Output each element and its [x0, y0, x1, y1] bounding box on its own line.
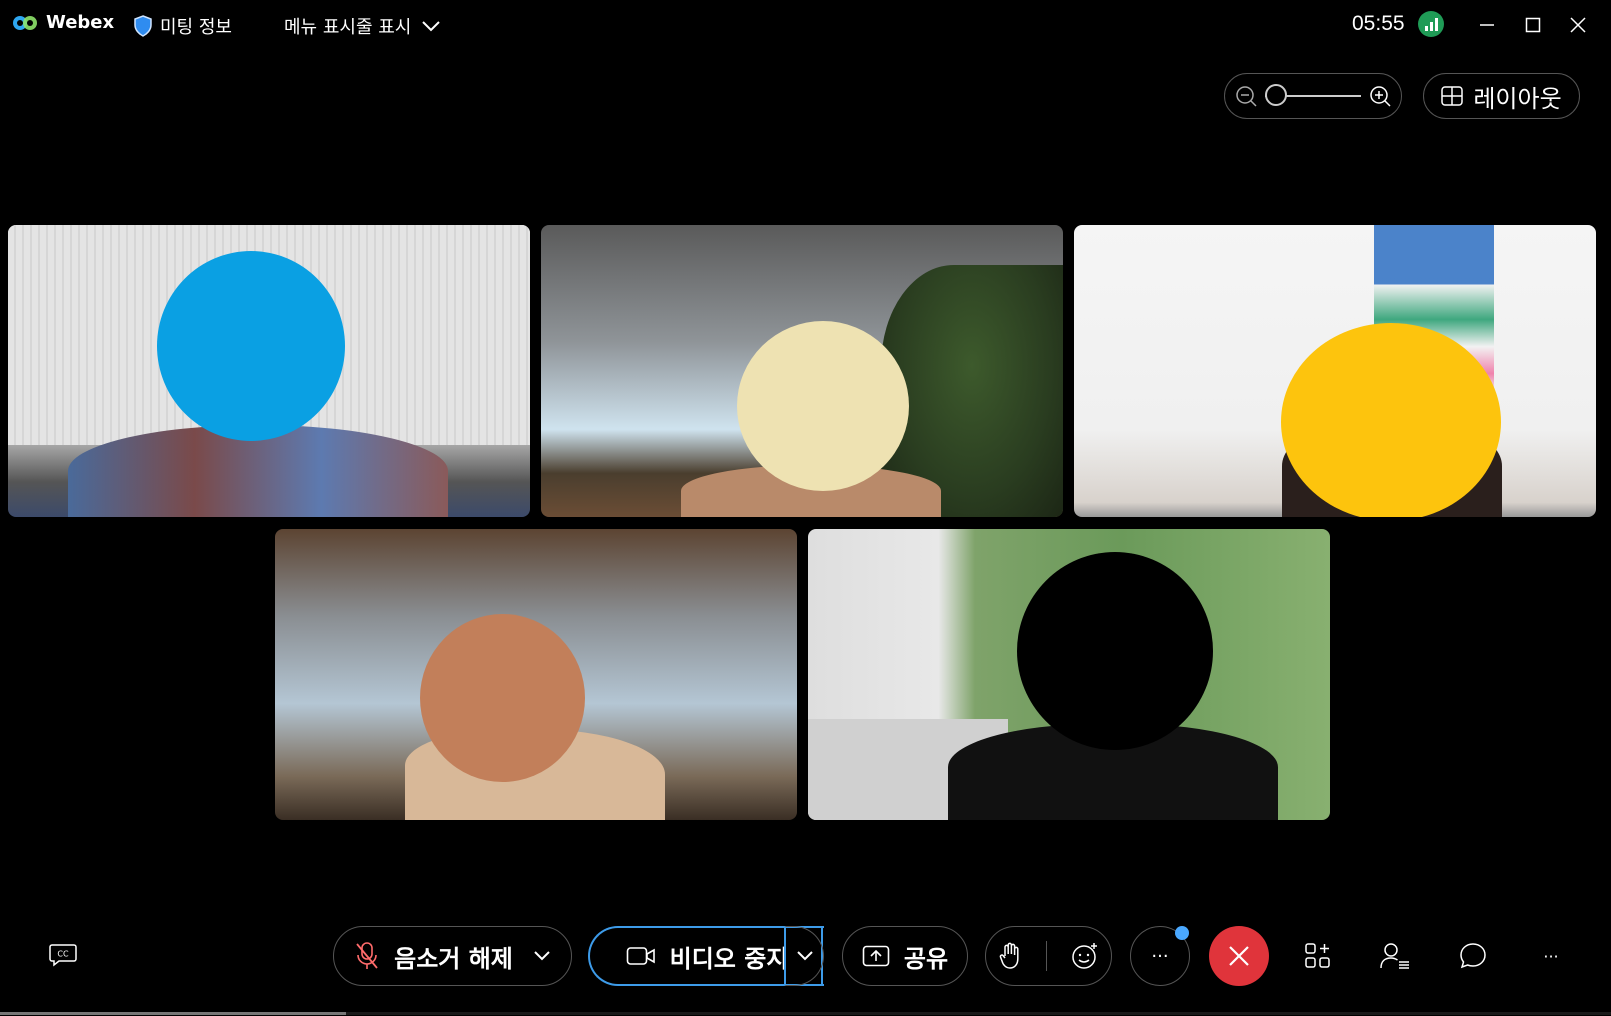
- chevron-down-icon[interactable]: [533, 950, 551, 962]
- participants-icon: [1380, 943, 1409, 969]
- notification-dot: [1175, 926, 1189, 940]
- maximize-button[interactable]: [1516, 10, 1550, 40]
- participant-video-tile[interactable]: [1074, 225, 1596, 517]
- participants-button[interactable]: [1372, 933, 1418, 979]
- overflow-menu-button[interactable]: ···: [1528, 933, 1574, 979]
- app-name: Webex: [46, 12, 115, 33]
- close-icon: [1570, 17, 1586, 33]
- emoji-reaction-icon[interactable]: [1071, 942, 1099, 970]
- taskbar-edge: [346, 1012, 1611, 1015]
- taskbar-edge: [0, 1012, 346, 1015]
- app-brand: Webex: [12, 12, 114, 33]
- title-bar: Webex 미팅 정보 메뉴 표시줄 표시 05:55: [0, 0, 1611, 52]
- share-label: 공유: [903, 944, 949, 973]
- zoom-control: [1224, 73, 1402, 119]
- zoom-slider[interactable]: [1265, 84, 1361, 106]
- leave-meeting-button[interactable]: [1209, 926, 1269, 986]
- meeting-info-button[interactable]: 미팅 정보: [134, 13, 232, 39]
- more-label: ···: [1151, 945, 1169, 967]
- overflow-label: ···: [1543, 946, 1559, 966]
- closed-captions-icon: CC: [49, 944, 77, 967]
- participant-video-tile[interactable]: [808, 529, 1330, 820]
- chevron-down-icon: [422, 21, 441, 32]
- participant-video-tile[interactable]: [275, 529, 797, 820]
- chat-bubble-icon: [1460, 943, 1486, 969]
- svg-text:CC: CC: [57, 950, 69, 959]
- menu-toggle-label: 메뉴 표시줄 표시: [284, 17, 412, 38]
- zoom-in-icon[interactable]: [1369, 85, 1391, 107]
- layout-grid-icon: [1441, 86, 1464, 106]
- face-blur-mask: [737, 321, 909, 491]
- share-button[interactable]: 공유: [842, 926, 968, 986]
- minimize-button[interactable]: [1470, 10, 1504, 40]
- zoom-out-icon[interactable]: [1235, 85, 1257, 107]
- participant-video-tile[interactable]: [8, 225, 530, 517]
- face-blur-mask: [420, 614, 585, 782]
- stop-video-label: 비디오 중지: [669, 944, 789, 973]
- shield-icon: [134, 15, 152, 37]
- divider: [1046, 941, 1047, 971]
- maximize-icon: [1525, 17, 1541, 33]
- minimize-icon: [1480, 24, 1494, 26]
- zoom-slider-handle[interactable]: [1265, 84, 1287, 106]
- mic-muted-icon: [356, 942, 378, 969]
- face-blur-mask: [1281, 323, 1501, 517]
- close-window-button[interactable]: [1561, 10, 1595, 40]
- unmute-button[interactable]: 음소거 해제: [333, 926, 572, 986]
- layout-button[interactable]: 레이아웃: [1423, 73, 1580, 119]
- unmute-label: 음소거 해제: [394, 944, 513, 973]
- face-blur-mask: [1017, 552, 1213, 750]
- chat-button[interactable]: [1450, 933, 1496, 979]
- apps-button[interactable]: [1295, 933, 1341, 979]
- reactions-group: [985, 926, 1112, 986]
- video-camera-icon: [626, 947, 655, 965]
- meeting-info-label: 미팅 정보: [160, 17, 232, 38]
- close-icon: [1229, 946, 1249, 966]
- raise-hand-icon[interactable]: [998, 942, 1022, 970]
- share-screen-icon: [862, 945, 890, 967]
- webex-logo-icon: [13, 15, 37, 30]
- clock: 05:55: [1352, 12, 1405, 35]
- participant-video-tile[interactable]: [541, 225, 1063, 517]
- menu-bar-toggle[interactable]: 메뉴 표시줄 표시: [284, 13, 441, 39]
- chevron-down-icon: [796, 951, 813, 961]
- captions-button[interactable]: CC: [40, 932, 86, 978]
- network-signal-icon[interactable]: [1418, 11, 1444, 37]
- layout-label: 레이아웃: [1473, 84, 1562, 113]
- face-blur-mask: [157, 251, 345, 441]
- apps-icon: [1305, 943, 1330, 968]
